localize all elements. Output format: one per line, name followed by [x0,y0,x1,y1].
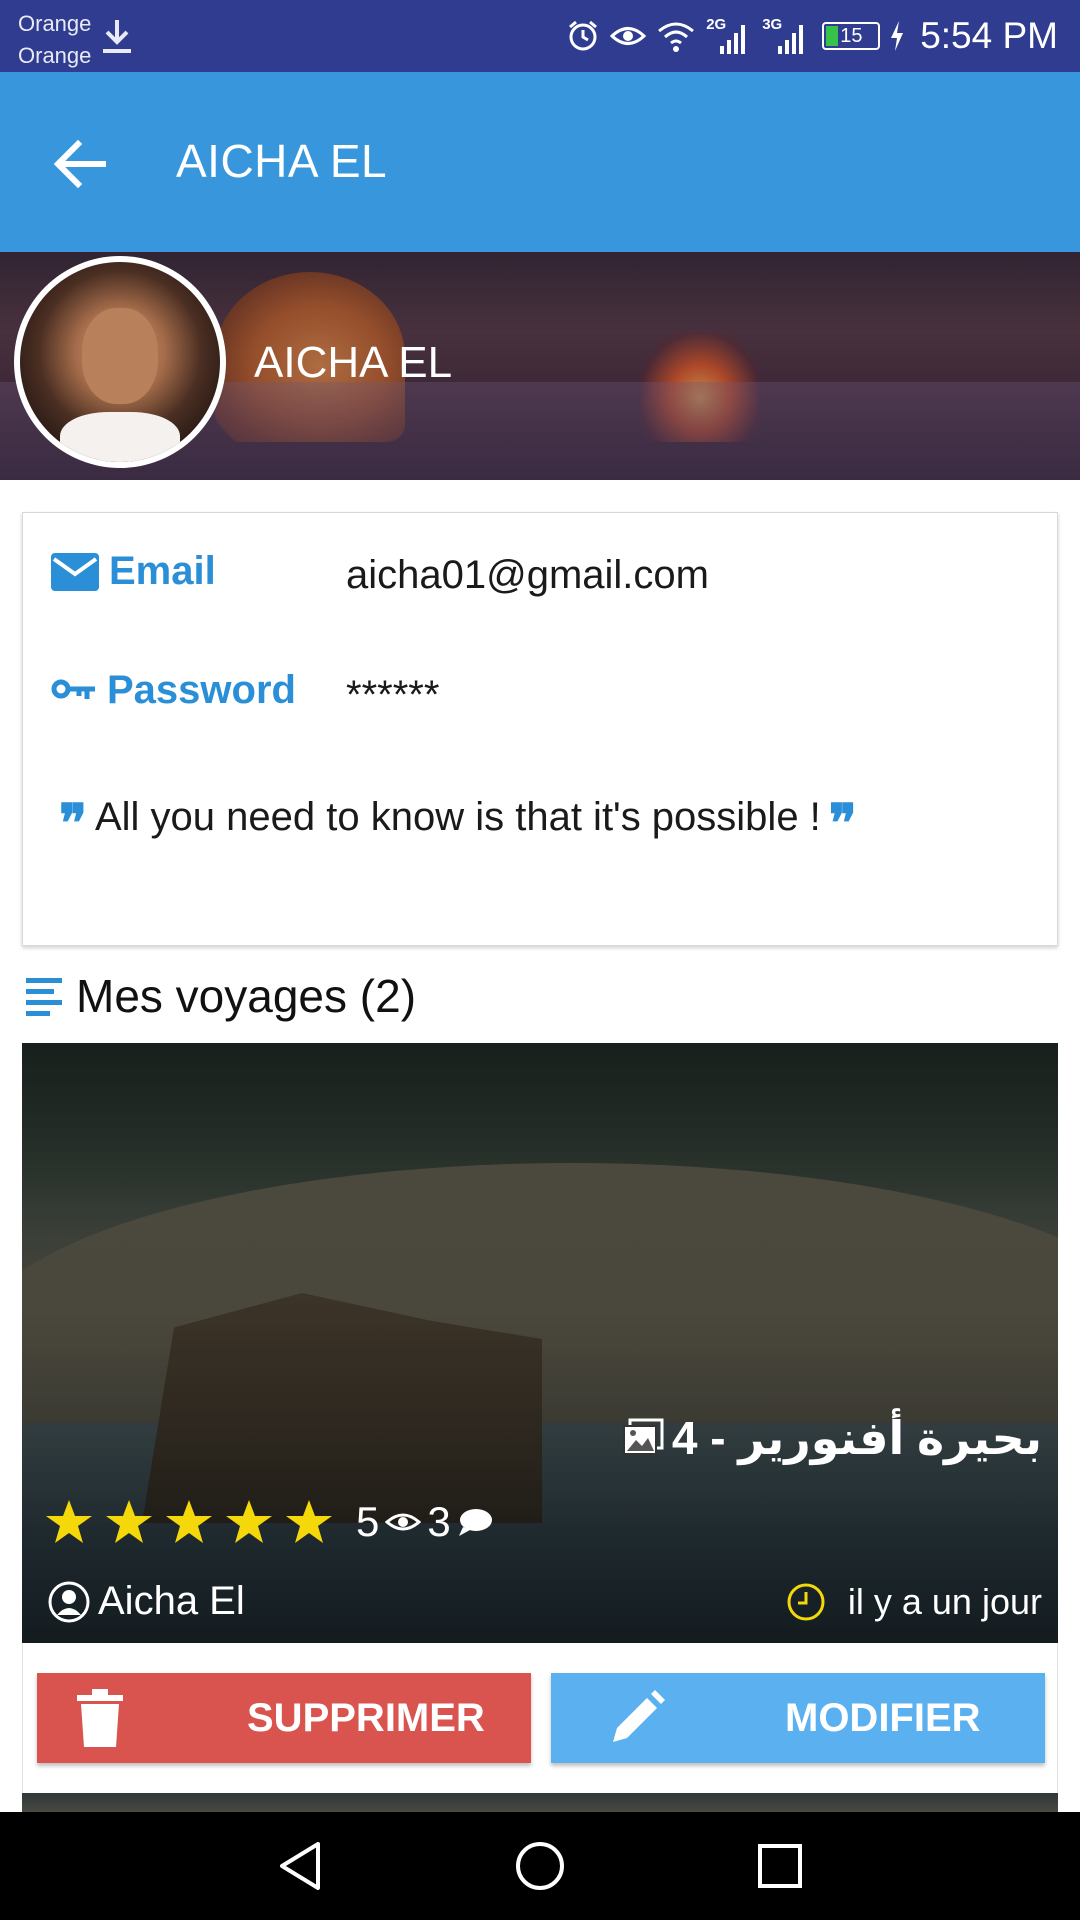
bio-quote: ❞ All you need to know is that it's poss… [51,795,865,849]
app-bar: AICHA EL [0,72,1080,252]
eye-icon [610,27,647,45]
pencil-icon [613,1690,665,1742]
trip-stats-row: 5 3 [44,1498,493,1546]
photo-gallery-icon [622,1418,664,1455]
quote-open-icon: ❞ [59,792,87,854]
eye-icon [385,1513,422,1531]
trips-section-title: Mes voyages (2) [76,970,417,1022]
trip-author: Aicha El [98,1579,245,1623]
wifi-icon [658,22,695,52]
key-icon [51,679,95,699]
signal-3g: 3G [762,16,812,56]
edit-label: MODIFIER [785,1695,981,1740]
password-row: Password [51,668,296,713]
trip-photo-overlay [22,1043,1058,1643]
alarm-icon [569,20,598,51]
trash-icon [77,1689,123,1747]
trip-rating: 5 [356,1498,380,1545]
trip-time: il y a un jour [847,1581,1042,1622]
carrier-names: Orange Orange [18,8,91,72]
avatar-face [82,308,158,404]
signal-icon [720,25,746,54]
password-value: ****** [346,673,440,717]
star-icon [166,1500,212,1543]
email-icon [51,552,99,591]
trip-actions: SUPPRIMER MODIFIER [22,1643,1058,1793]
trip-time-row: il y a un jour [786,1581,1042,1623]
arrow-back-icon [54,140,106,188]
battery-level: 15 [840,25,863,47]
email-label: Email [109,549,216,593]
carrier-1: Orange [18,11,92,36]
status-bar: Orange Orange 2G 3G 15 5:54 PM [0,0,1080,72]
app-title: AICHA EL [176,135,388,187]
delete-label: SUPPRIMER [247,1695,485,1740]
nav-back-icon [280,1842,320,1890]
system-nav-bar [0,1812,1080,1920]
clock: 5:54 PM [920,15,1058,56]
status-icons: 2G 3G 15 5:54 PM [566,14,1058,58]
cover-username: AICHA EL [254,338,453,387]
list-icon [26,978,62,1016]
avatar-photo [20,262,220,462]
password-label: Password [107,668,296,712]
nav-recents-button[interactable] [750,1836,810,1896]
quote-close-icon: ❞ [828,792,857,854]
battery-icon: 15 [822,22,881,50]
star-icon [226,1500,272,1543]
avatar[interactable] [14,256,226,468]
trip-title: بحيرة أفنورير - 4 [671,1412,1042,1464]
next-trip-card-peek[interactable] [22,1793,1058,1813]
comment-icon [458,1509,492,1536]
star-icon [46,1500,92,1543]
nav-back-button[interactable] [270,1836,330,1896]
email-row: Email [51,549,216,594]
trip-views: 3 [427,1498,451,1545]
profile-screen: Orange Orange 2G 3G 15 5:54 PM AICHA EL … [0,0,1080,1920]
trip-author-row: Aicha El [48,1579,245,1624]
trips-section-header: Mes voyages (2) [26,968,416,1024]
trip-card[interactable]: بحيرة أفنورير - 4 5 3 Aicha El il y a un… [22,1043,1058,1643]
profile-info-card: Email aicha01@gmail.com Password ****** … [22,512,1058,946]
nav-recents-icon [758,1844,802,1888]
email-value: aicha01@gmail.com [346,553,709,597]
nav-home-button[interactable] [510,1836,570,1896]
star-icon [286,1500,332,1543]
carrier-2: Orange [18,43,92,68]
signal-2g: 2G [706,16,752,56]
signal-icon [778,25,804,54]
delete-button[interactable]: SUPPRIMER [37,1673,531,1763]
download-icon [103,20,131,53]
quote-text: All you need to know is that it's possib… [94,795,821,839]
star-icon [106,1500,152,1543]
user-icon [48,1581,90,1622]
avatar-shirt [60,412,180,462]
nav-home-icon [516,1842,564,1890]
clock-icon [787,1583,825,1621]
charging-icon [891,21,904,51]
trip-title-row: بحيرة أفنورير - 4 [622,1411,1042,1465]
back-button[interactable] [40,124,120,204]
edit-button[interactable]: MODIFIER [551,1673,1045,1763]
